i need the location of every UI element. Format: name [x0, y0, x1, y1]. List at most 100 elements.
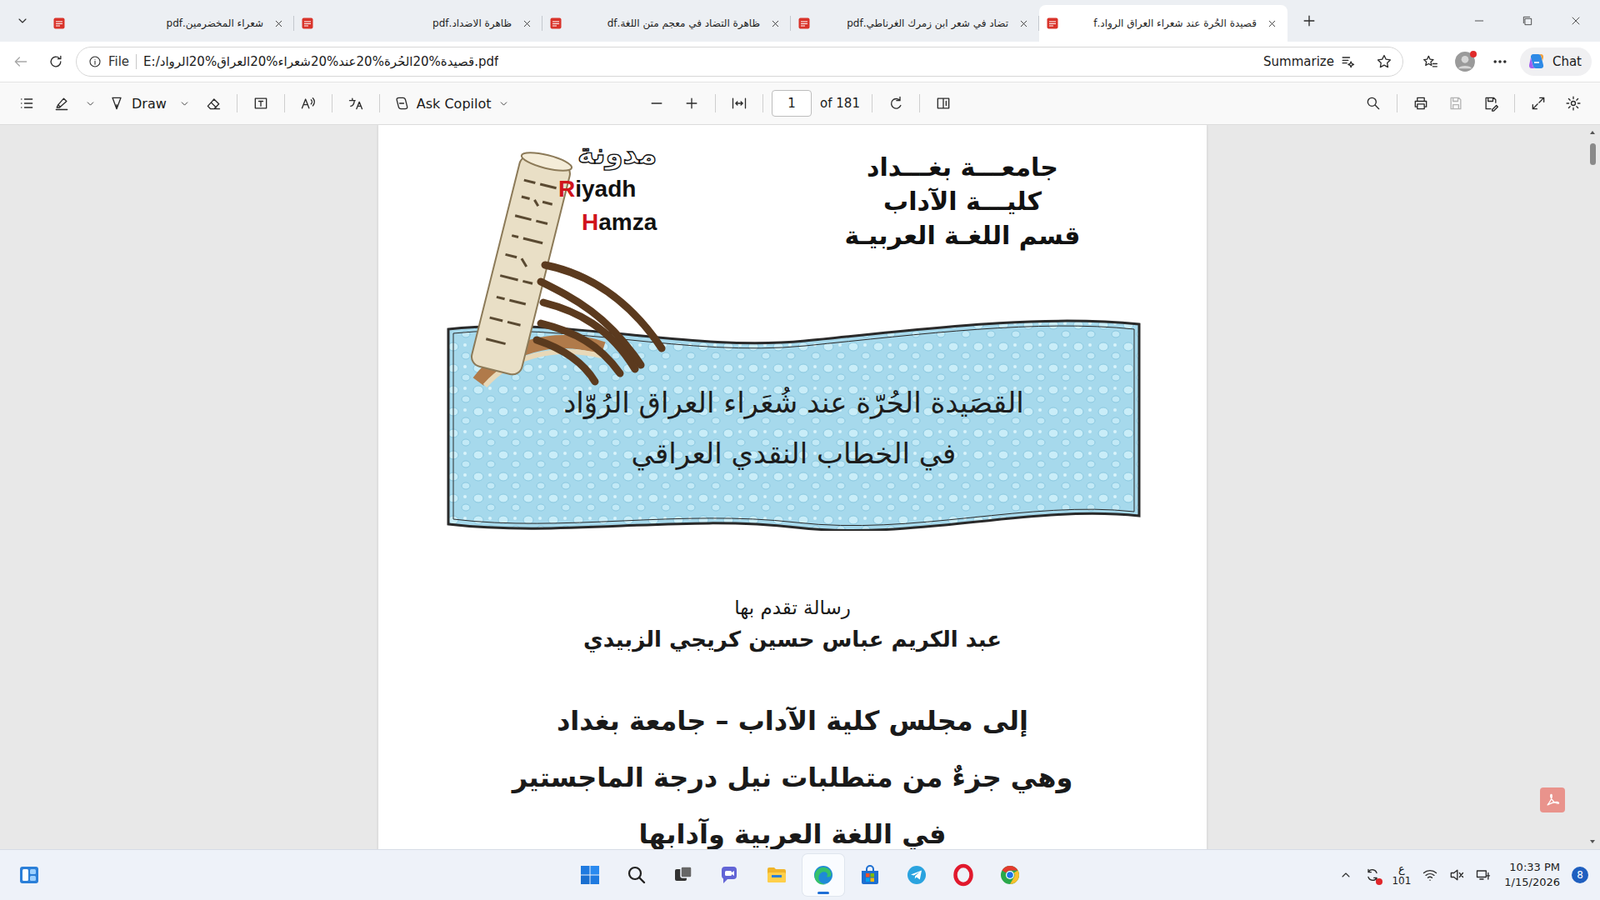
rotate-icon [887, 95, 905, 112]
input-language-button[interactable]: ع101 [1386, 856, 1416, 894]
more-button[interactable] [1485, 46, 1515, 77]
new-tab-button[interactable] [1292, 5, 1326, 36]
start-button[interactable] [569, 854, 611, 896]
address-bar[interactable]: FileE:/قصيدة%20الحُرة%20عند%20شعراء%20ال… [75, 46, 1404, 77]
close-icon [1569, 14, 1583, 28]
browser-tab[interactable]: تضاد في شعر ابن زمرك الغرناطي.pdf [790, 5, 1040, 42]
two-page-icon [935, 95, 952, 112]
telegram-button[interactable] [895, 854, 938, 896]
scroll-up-icon[interactable] [1588, 128, 1597, 137]
contents-button[interactable] [11, 88, 42, 119]
draw-options-button[interactable] [176, 88, 194, 119]
highlight-button[interactable] [46, 88, 77, 119]
tab-close-button[interactable] [517, 14, 536, 33]
network-button[interactable] [1470, 856, 1496, 894]
copilot-chat-button[interactable]: Chat [1520, 47, 1592, 76]
refresh-button[interactable] [40, 46, 71, 77]
wifi-button[interactable] [1417, 856, 1443, 894]
submission-block: رسالة تقدم بهاعبد الكريم عباس حسين كريجي… [378, 530, 1207, 850]
opera-button[interactable] [942, 854, 985, 896]
ask-copilot-button[interactable]: Ask Copilot [388, 88, 515, 119]
save-button[interactable] [1440, 88, 1471, 119]
fullscreen-button[interactable] [1523, 88, 1554, 119]
chrome-icon [998, 863, 1022, 887]
chevron-up-icon [1339, 868, 1353, 882]
window-controls [1455, 0, 1600, 42]
submitted-by: رسالة تقدم بها [378, 592, 1207, 623]
browser-tab[interactable]: قصيدة الحُرة عند شعراء العراق الرواد.f [1039, 5, 1288, 42]
search-button[interactable] [615, 854, 658, 896]
chevron-down-icon [15, 14, 30, 28]
tab-close-button[interactable] [765, 14, 785, 33]
favorite-button[interactable] [1369, 46, 1400, 77]
meet-button[interactable] [709, 854, 751, 896]
chrome-button[interactable] [989, 854, 1031, 896]
info-icon[interactable] [88, 55, 102, 69]
translate-button[interactable] [340, 88, 371, 119]
restore-button[interactable] [1503, 0, 1552, 42]
print-button[interactable] [1405, 88, 1436, 119]
pdf-page: مدونةRiyadhHamzaجامعـــة بغـــدادكليـــة… [378, 125, 1207, 850]
scrollbar[interactable] [1585, 125, 1600, 850]
find-button[interactable] [1358, 88, 1389, 119]
scroll-down-icon[interactable] [1588, 837, 1597, 846]
speaker-muted-icon [1448, 866, 1465, 884]
edge-button[interactable] [802, 854, 845, 896]
sync-button[interactable] [1360, 856, 1385, 894]
clock[interactable]: 10:33 PM1/15/2026 [1497, 860, 1567, 890]
tab-actions-button[interactable] [5, 5, 40, 36]
back-arrow-icon [12, 53, 30, 70]
system-tray: ع101 10:33 PM1/15/20268 [1030, 856, 1600, 894]
tab-close-button[interactable] [1262, 14, 1281, 33]
tab-strip: شعراء المخضرمين.pdfظاهرة الاضداد.pdfظاهر… [0, 0, 1600, 42]
acrobat-button[interactable] [1540, 787, 1565, 813]
pdf-viewer: مدونةRiyadhHamzaجامعـــة بغـــدادكليـــة… [0, 125, 1600, 850]
explorer-button[interactable] [755, 854, 798, 896]
pdf-file-icon [797, 16, 811, 30]
taskview-button[interactable] [662, 854, 705, 896]
profile-button[interactable] [1450, 46, 1480, 77]
navigation-bar: FileE:/قصيدة%20الحُرة%20عند%20شعراء%20ال… [0, 41, 1600, 82]
save-as-button[interactable] [1475, 88, 1506, 119]
close-icon [770, 18, 781, 30]
browser-tab[interactable]: ظاهرة التضاد في معجم متن اللغة.df [542, 5, 791, 42]
hidden-icons-button[interactable] [1333, 856, 1359, 894]
zoom-in-button[interactable] [676, 88, 707, 119]
page-view-button[interactable] [928, 88, 959, 119]
volume-button[interactable] [1444, 856, 1470, 894]
eraser-icon [205, 95, 222, 112]
page-number-field[interactable]: 1 [771, 90, 812, 117]
notification-badge[interactable]: 8 [1571, 866, 1589, 884]
add-text-button[interactable] [245, 88, 276, 119]
settings-button[interactable] [1558, 88, 1589, 119]
windows-logo-icon [578, 863, 602, 887]
url-text[interactable]: E:/قصيدة%20الحُرة%20عند%20شعراء%20العراق… [143, 54, 499, 70]
tab-close-button[interactable] [269, 14, 288, 33]
widgets-button[interactable] [8, 854, 50, 896]
profile-alert-dot [1470, 50, 1477, 58]
minimize-button[interactable] [1455, 0, 1504, 42]
author-name: عبد الكريم عباس حسين كريجي الزبيدي [378, 622, 1207, 656]
fit-width-button[interactable] [724, 88, 755, 119]
highlight-options-button[interactable] [81, 88, 99, 119]
tab-close-button[interactable] [1014, 14, 1033, 33]
close-window-button[interactable] [1551, 0, 1600, 42]
scroll-thumb[interactable] [1590, 143, 1596, 165]
back-button[interactable] [5, 46, 36, 77]
cuneiform-cylinder-icon [461, 131, 679, 407]
summarize-button[interactable]: Summarize [1256, 50, 1363, 74]
store-icon [858, 863, 882, 887]
submission-line: وهي جزءٌ من متطلبات نيل درجة الماجستير [378, 749, 1207, 806]
zoom-out-button[interactable] [641, 88, 672, 119]
draw-button[interactable]: Draw [103, 88, 172, 119]
copilot-icon [1526, 51, 1547, 72]
erase-button[interactable] [198, 88, 229, 119]
browser-tab[interactable]: ظاهرة الاضداد.pdf [294, 5, 543, 42]
document-area[interactable]: مدونةRiyadhHamzaجامعـــة بغـــدادكليـــة… [0, 125, 1585, 850]
rotate-button[interactable] [880, 88, 911, 119]
browser-tab[interactable]: شعراء المخضرمين.pdf [45, 5, 295, 42]
read-aloud-button[interactable] [293, 88, 324, 119]
document-title: في الخطاب النقدي العراقي [446, 428, 1141, 480]
favorites-button[interactable] [1415, 46, 1445, 77]
store-button[interactable] [849, 854, 891, 896]
